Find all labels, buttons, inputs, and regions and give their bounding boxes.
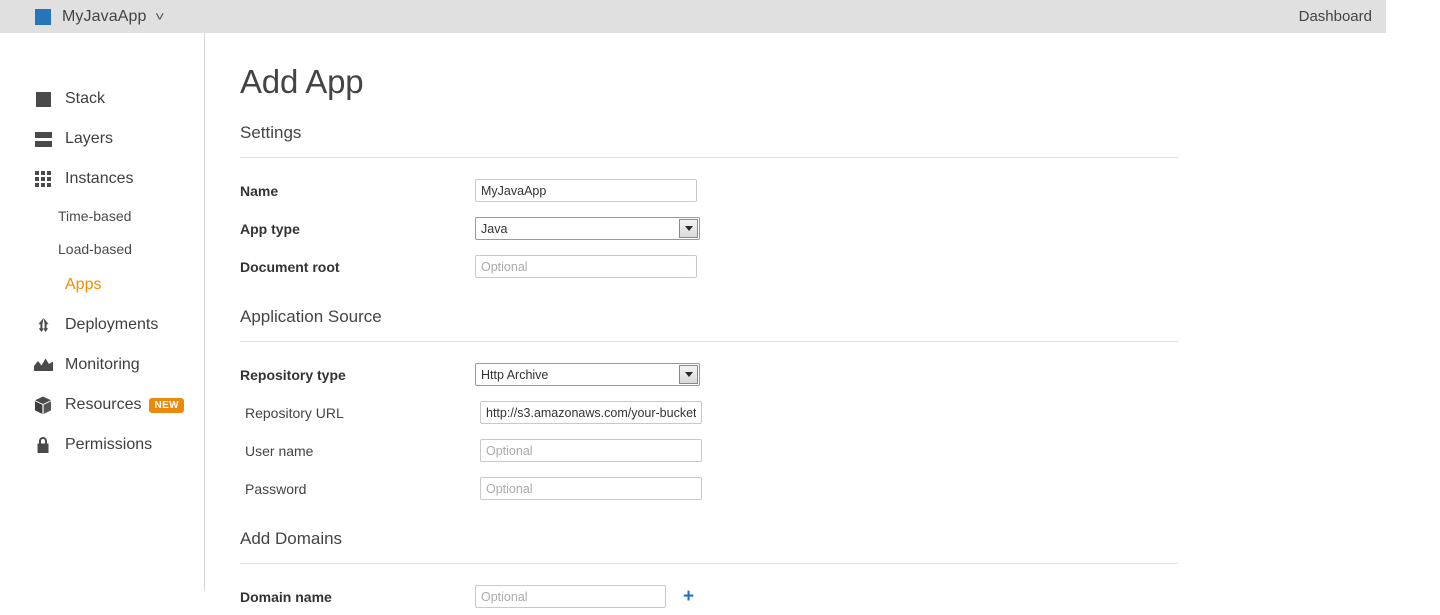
password-input[interactable] (480, 477, 702, 500)
sidebar-item-label: Permissions (65, 436, 153, 453)
sidebar-item-label: Deployments (65, 316, 159, 333)
form-row-repository-url: Repository URL (240, 394, 1440, 431)
form-row-app-type: App type Java (240, 210, 1440, 247)
sidebar-subitem-label: Time-based (58, 207, 132, 224)
app-type-select[interactable]: Java (475, 217, 700, 240)
sidebar-item-label: Layers (65, 130, 114, 147)
chevron-down-icon[interactable] (679, 219, 698, 238)
form-row-domain-name: Domain name + (240, 578, 1440, 615)
domain-name-input[interactable] (475, 585, 666, 608)
field-label-name: Name (240, 182, 279, 199)
field-label-password: Password (245, 480, 307, 497)
section-title: Add Domains (240, 529, 343, 548)
deployments-branch-icon (33, 315, 53, 335)
section-settings: Settings Name App type Java Document roo… (205, 101, 1440, 285)
chevron-down-icon[interactable]: ˅ (155, 10, 164, 23)
field-label-repository-url: Repository URL (245, 404, 344, 421)
user-name-input[interactable] (480, 439, 702, 462)
field-label-document-root: Document root (240, 258, 340, 275)
resources-cube-icon (33, 395, 53, 415)
form-row-user-name: User name (240, 432, 1440, 469)
repository-type-selected-value: Http Archive (481, 367, 549, 382)
section-title: Settings (240, 123, 302, 142)
stack-color-swatch-icon (35, 8, 51, 25)
form-row-name: Name (240, 172, 1440, 209)
section-application-source: Application Source Repository type Http … (205, 285, 1440, 507)
monitoring-chart-icon (33, 355, 53, 375)
sidebar-subitem-label: Load-based (58, 240, 132, 257)
sidebar-item-load-based[interactable]: Load-based (0, 232, 204, 265)
sidebar-nav: Stack Layers Instances Time-based Load-b… (0, 33, 205, 591)
add-domain-plus-icon[interactable]: + (683, 587, 694, 606)
stack-icon (33, 89, 53, 109)
repository-type-select[interactable]: Http Archive (475, 363, 700, 386)
main-content: Add App Settings Name App type Java Docu… (205, 33, 1440, 608)
section-add-domains: Add Domains Domain name + (205, 507, 1440, 615)
page-title: Add App (240, 63, 364, 100)
document-root-input[interactable] (475, 255, 697, 278)
sidebar-item-apps[interactable]: Apps (0, 265, 204, 305)
field-label-repository-type: Repository type (240, 366, 346, 383)
form-row-repository-type: Repository type Http Archive (240, 356, 1440, 393)
layers-icon (33, 129, 53, 149)
repository-url-input[interactable] (480, 401, 702, 424)
sidebar-item-monitoring[interactable]: Monitoring (0, 345, 204, 385)
name-input[interactable] (475, 179, 697, 202)
form-row-document-root: Document root (240, 248, 1440, 285)
section-title: Application Source (240, 307, 382, 326)
permissions-lock-icon (33, 435, 53, 455)
sidebar-item-permissions[interactable]: Permissions (0, 425, 204, 465)
field-label-app-type: App type (240, 220, 300, 237)
form-row-password: Password (240, 470, 1440, 507)
sidebar-item-time-based[interactable]: Time-based (0, 199, 204, 232)
stack-name-label: MyJavaApp (62, 7, 147, 25)
sidebar-item-label: Monitoring (65, 356, 140, 373)
instances-grid-icon (33, 169, 53, 189)
sidebar-item-deployments[interactable]: Deployments (0, 305, 204, 345)
sidebar-item-label: Instances (65, 170, 134, 187)
section-divider (240, 563, 1178, 564)
apps-window-icon (33, 275, 53, 295)
section-divider (240, 341, 1178, 342)
field-label-user-name: User name (245, 442, 314, 459)
status-badge-new: NEW (149, 397, 185, 413)
dashboard-link[interactable]: Dashboard (1299, 8, 1386, 25)
top-header-bar: MyJavaApp ˅ Dashboard (0, 0, 1386, 33)
sidebar-item-instances[interactable]: Instances (0, 159, 204, 199)
sidebar-item-stack[interactable]: Stack (0, 79, 204, 119)
sidebar-item-label: Apps (65, 276, 102, 293)
stack-selector[interactable]: MyJavaApp ˅ (0, 0, 164, 33)
sidebar-item-resources[interactable]: Resources NEW (0, 385, 204, 425)
app-type-selected-value: Java (481, 221, 508, 236)
chevron-down-icon[interactable] (679, 365, 698, 384)
sidebar-item-label: Stack (65, 90, 106, 107)
sidebar-item-layers[interactable]: Layers (0, 119, 204, 159)
sidebar-item-label: Resources (65, 396, 142, 413)
section-divider (240, 157, 1178, 158)
